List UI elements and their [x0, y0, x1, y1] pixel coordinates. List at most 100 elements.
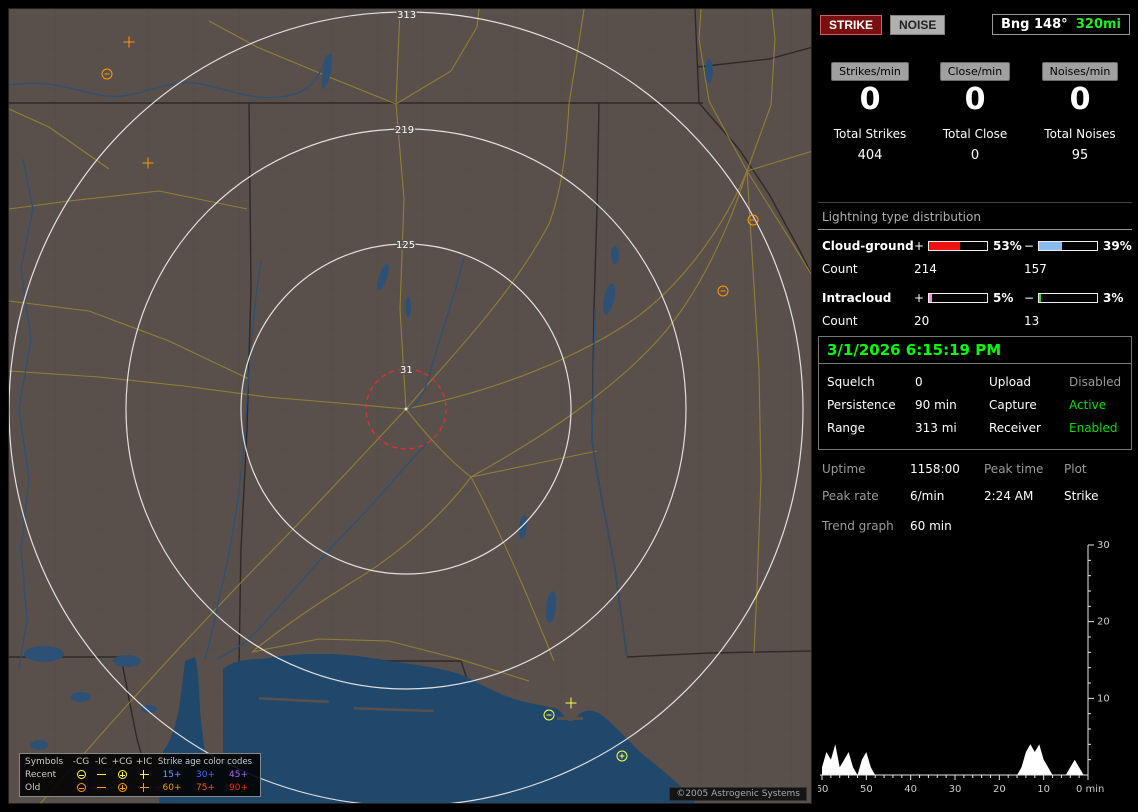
legend-symbols-header: Symbols [25, 757, 64, 767]
minus-sign: − [1024, 239, 1035, 253]
map-legend: Symbols -CG -IC +CG +IC Strike age color… [19, 753, 261, 797]
receiver-value: Enabled [1069, 421, 1118, 435]
ic-pos-recent-icon [133, 770, 155, 780]
noises-per-min-button[interactable]: Noises/min [1041, 62, 1119, 81]
legend-col-cg-pos: +CG [111, 757, 133, 767]
uptime-value: 1158:00 [910, 462, 960, 476]
rate-counters: Strikes/min 0 Total Strikes 404 Close/mi… [818, 62, 1132, 163]
close-per-min-column: Close/min 0 Total Close 0 [923, 62, 1027, 163]
session-row: Uptime 1158:00 Peak time Plot [818, 460, 1132, 478]
cg-negative-count: 157 [1024, 262, 1047, 276]
total-strikes-label: Total Strikes [833, 127, 907, 141]
range-ring-label-31: 31 [400, 365, 413, 376]
cg-negative-percent: 39% [1103, 239, 1132, 253]
squelch-value: 0 [915, 375, 923, 389]
age-code-75: 75+ [196, 783, 215, 793]
trend-graph-chart: 10 20 30 60 50 40 30 20 10 0 min [818, 540, 1110, 795]
legend-col-cg-neg: -CG [72, 757, 90, 767]
trend-y-tick-label: 20 [1097, 617, 1110, 628]
peak-time-label: Peak time [984, 462, 1044, 476]
plot-value: Strike [1064, 489, 1099, 503]
trend-y-tick-label: 30 [1097, 540, 1110, 551]
trend-x-tick-label: 50 [860, 784, 873, 795]
strikes-per-min-value: 0 [859, 82, 881, 117]
age-code-15: 15+ [162, 770, 182, 780]
map-canvas: 313 219 125 31 [9, 9, 811, 803]
ic-negative-count: 13 [1024, 314, 1040, 328]
bearing-value: Bng 148° [1001, 17, 1068, 32]
ic-negative-percent: 3% [1103, 291, 1124, 305]
copyright-notice: ©2005 Astrogenic Systems [669, 787, 807, 801]
peak-rate-label: Peak rate [822, 489, 879, 503]
plus-sign: + [914, 291, 925, 305]
age-code-90: 90+ [229, 783, 248, 793]
lightning-map[interactable]: 313 219 125 31 Symbols -CG -IC +CG +IC S… [8, 8, 812, 804]
ic-neg-recent-icon [91, 770, 111, 780]
age-code-30: 30+ [196, 770, 215, 780]
plus-sign: + [914, 239, 925, 253]
legend-col-ic-neg: -IC [94, 757, 108, 767]
receiver-label: Receiver [989, 421, 1041, 435]
trend-x-tick-label: 0 min [1076, 784, 1104, 795]
capture-value: Active [1069, 398, 1107, 412]
age-code-45: 45+ [229, 770, 248, 780]
cloud-ground-count-row: Count 214 157 [818, 262, 1132, 276]
trend-x-tick-label: 60 [818, 784, 828, 795]
range-ring-label-125: 125 [396, 240, 415, 251]
cloud-ground-label: Cloud-ground [822, 239, 914, 253]
cg-pos-old-icon [111, 783, 133, 793]
intracloud-count-row: Count 20 13 [818, 314, 1132, 328]
session-panel: Uptime 1158:00 Peak time Plot Peak rate … [818, 460, 1132, 535]
bearing-range-value: 320mi [1075, 17, 1121, 32]
cg-negative-bar [1038, 241, 1098, 251]
legend-col-ic-pos: +IC [135, 757, 153, 767]
range-ring-label-313: 313 [397, 10, 416, 21]
strikes-per-min-button[interactable]: Strikes/min [831, 62, 909, 81]
ic-positive-percent: 5% [993, 291, 1014, 305]
trend-x-tick-label: 30 [949, 784, 962, 795]
legend-row-old-label: Old [25, 783, 41, 793]
age-code-60: 60+ [162, 783, 182, 793]
cg-positive-bar [928, 241, 988, 251]
trend-x-tick-label: 10 [1037, 784, 1050, 795]
legend-age-header: Strike age color codes [157, 757, 253, 767]
range-value: 313 mi [915, 421, 957, 435]
close-per-min-value: 0 [964, 82, 986, 117]
capture-label: Capture [989, 398, 1037, 412]
uptime-label: Uptime [822, 462, 866, 476]
total-close-value: 0 [970, 148, 980, 163]
distribution-title: Lightning type distribution [818, 210, 1132, 230]
intracloud-label: Intracloud [822, 291, 892, 305]
trend-window-value: 60 min [910, 519, 952, 533]
intracloud-row: Intracloud + 5% − 3% [818, 291, 1132, 305]
count-label: Count [822, 314, 858, 328]
legend-row-recent-label: Recent [25, 770, 57, 780]
count-label: Count [822, 262, 858, 276]
range-label: Range [827, 421, 866, 435]
upload-label: Upload [989, 375, 1032, 389]
total-strikes-value: 404 [857, 148, 883, 163]
status-panel: Squelch 0 Upload Disabled Persistence 90… [818, 364, 1132, 450]
lightning-distribution-panel: Lightning type distribution Cloud-ground… [818, 202, 1132, 343]
strike-mode-button[interactable]: STRIKE [820, 14, 883, 35]
status-row: Range 313 mi Receiver Enabled [823, 419, 1127, 437]
total-noises-label: Total Noises [1044, 127, 1116, 141]
trend-graph-label: Trend graph [822, 519, 894, 533]
session-row: Peak rate 6/min 2:24 AM Strike [818, 487, 1132, 505]
trend-area [822, 744, 1088, 775]
cg-neg-old-icon [71, 783, 91, 793]
bearing-display: Bng 148° 320mi [992, 14, 1130, 35]
status-row: Squelch 0 Upload Disabled [823, 373, 1127, 391]
datetime-display: 3/1/2026 6:15:19 PM [818, 336, 1132, 364]
cg-positive-percent: 53% [993, 239, 1022, 253]
persistence-value: 90 min [915, 398, 957, 412]
range-ring-label-219: 219 [395, 125, 414, 136]
control-panel: STRIKE NOISE Bng 148° 320mi Strikes/min … [818, 8, 1132, 804]
trend-y-tick-label: 10 [1097, 693, 1110, 704]
cloud-ground-row: Cloud-ground + 53% − 39% [818, 239, 1132, 253]
noise-mode-button[interactable]: NOISE [890, 14, 946, 35]
plot-label: Plot [1064, 462, 1087, 476]
mode-toolbar: STRIKE NOISE Bng 148° 320mi [818, 14, 1130, 35]
total-close-label: Total Close [942, 127, 1008, 141]
close-per-min-button[interactable]: Close/min [939, 62, 1011, 81]
